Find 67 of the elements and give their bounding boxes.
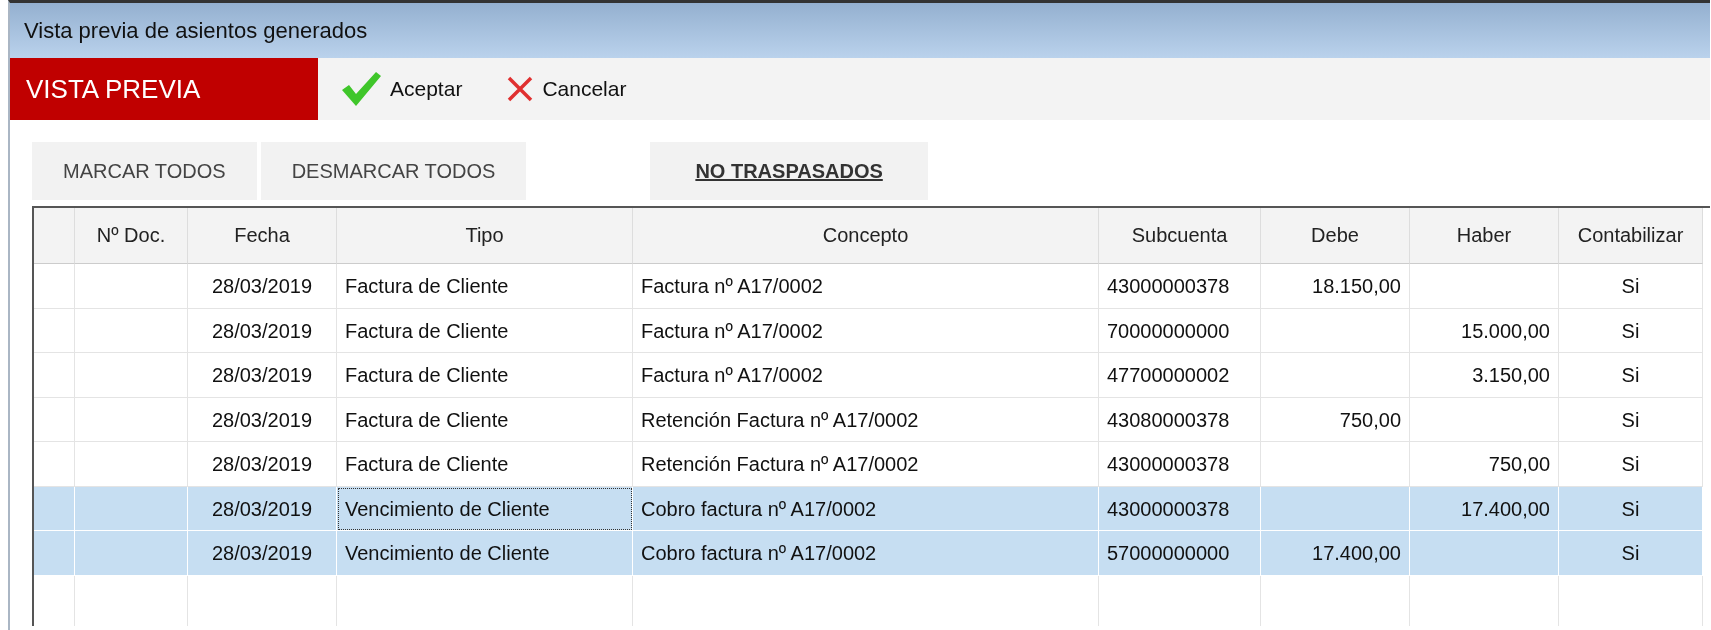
column-header[interactable]: Subcuenta	[1099, 208, 1261, 264]
account-cell: 43000000378	[1107, 497, 1230, 520]
post-cell: Si	[1621, 497, 1640, 520]
mode-label: VISTA PREVIA	[10, 58, 318, 120]
type-cell: Factura de Cliente	[345, 453, 509, 475]
credit-cell: 3.150,00	[1472, 364, 1550, 386]
date-cell: 28/03/2019	[211, 319, 313, 342]
concept-cell: Factura nº A17/0002	[641, 319, 823, 342]
account-cell: 43000000378	[1107, 453, 1230, 475]
action-button[interactable]: DESMARCAR TODOS	[260, 142, 527, 200]
table-row[interactable]: 28/03/2019 Factura de Cliente Factura nº A17/0002 70000000000 15.000,00 Si	[34, 308, 1710, 353]
type-cell: Vencimiento de Cliente	[345, 542, 550, 564]
table-row[interactable]: 28/03/2019 Vencimiento de Cliente Cobro factura nº A17/0002 57000000000 17.400,00 Si	[34, 531, 1710, 576]
post-cell: Si	[1621, 319, 1640, 342]
type-cell: Factura de Cliente	[345, 275, 509, 297]
account-cell: 43080000378	[1107, 408, 1230, 431]
column-header[interactable]: Concepto	[633, 208, 1099, 264]
date-cell: 28/03/2019	[211, 497, 313, 520]
date-cell: 28/03/2019	[211, 542, 313, 564]
debit-cell: 750,00	[1339, 408, 1401, 431]
debit-cell: 17.400,00	[1312, 542, 1401, 564]
concept-cell: Retención Factura nº A17/0002	[641, 408, 919, 431]
action-button[interactable]: NO TRASPASADOS	[650, 142, 928, 200]
concept-cell: Factura nº A17/0002	[641, 364, 823, 386]
date-cell: 28/03/2019	[211, 275, 313, 297]
cancel-button[interactable]: Cancelar	[484, 75, 649, 103]
type-cell: Factura de Cliente	[345, 319, 509, 342]
debit-cell: 18.150,00	[1312, 275, 1401, 297]
column-header[interactable]: Tipo	[337, 208, 633, 264]
table-row[interactable]: 28/03/2019 Factura de Cliente Retención Factura nº A17/0002 43080000378 750,00 Si	[34, 397, 1710, 442]
post-cell: Si	[1621, 275, 1640, 297]
window-title: Vista previa de asientos generados	[24, 17, 368, 44]
table-row[interactable]: 28/03/2019 Factura de Cliente Retención Factura nº A17/0002 43000000378 750,00 Si	[34, 442, 1710, 487]
post-cell: Si	[1621, 453, 1640, 475]
action-button[interactable]: MARCAR TODOS	[32, 142, 257, 200]
post-cell: Si	[1621, 364, 1640, 386]
account-cell: 57000000000	[1107, 542, 1230, 564]
table-row[interactable]: 28/03/2019 Vencimiento de Cliente Cobro factura nº A17/0002 43000000378 17.400,00 Si	[34, 486, 1710, 531]
header-cell	[34, 208, 75, 264]
table-row[interactable]: 28/03/2019 Factura de Cliente Factura nº A17/0002 43000000378 18.150,00 Si	[34, 264, 1710, 309]
post-cell: Si	[1621, 408, 1640, 431]
column-header[interactable]: Debe	[1261, 208, 1410, 264]
concept-cell: Factura nº A17/0002	[641, 275, 823, 297]
column-header[interactable]: Fecha	[188, 208, 337, 264]
date-cell: 28/03/2019	[211, 408, 313, 431]
close-icon	[506, 75, 535, 103]
type-cell: Factura de Cliente	[345, 408, 509, 431]
account-cell: 47700000002	[1107, 364, 1230, 386]
type-cell: Vencimiento de Cliente	[345, 497, 550, 520]
account-cell: 43000000378	[1107, 275, 1230, 297]
credit-cell: 15.000,00	[1461, 319, 1550, 342]
column-header[interactable]: Nº Doc.	[75, 208, 188, 264]
column-header[interactable]: Haber	[1410, 208, 1559, 264]
checkmark-icon	[340, 70, 382, 108]
post-cell: Si	[1621, 542, 1640, 564]
credit-cell: 750,00	[1488, 453, 1550, 475]
type-cell: Factura de Cliente	[345, 364, 509, 386]
table-row[interactable]: 28/03/2019 Factura de Cliente Factura nº A17/0002 47700000002 3.150,00 Si	[34, 353, 1710, 398]
account-cell: 70000000000	[1107, 319, 1230, 342]
concept-cell: Cobro factura nº A17/0002	[641, 542, 877, 564]
concept-cell: Cobro factura nº A17/0002	[641, 497, 877, 520]
column-header[interactable]: Contabilizar	[1559, 208, 1703, 264]
credit-cell: 17.400,00	[1461, 497, 1550, 520]
concept-cell: Retención Factura nº A17/0002	[641, 453, 919, 475]
date-cell: 28/03/2019	[211, 364, 313, 386]
accept-button[interactable]: Aceptar	[318, 70, 485, 108]
date-cell: 28/03/2019	[211, 453, 313, 475]
